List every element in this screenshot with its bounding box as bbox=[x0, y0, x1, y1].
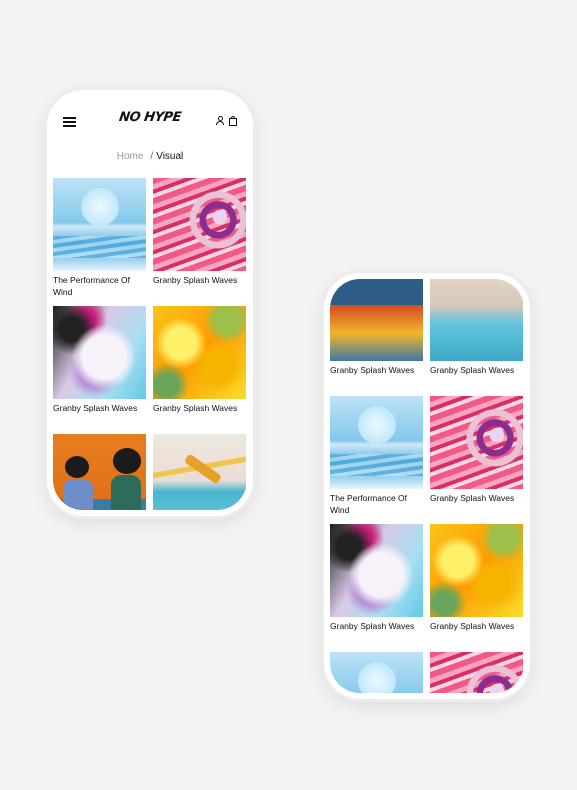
product-card[interactable]: The Performance Of Wind bbox=[330, 396, 423, 517]
product-card[interactable] bbox=[153, 434, 246, 510]
breadcrumb-home-link[interactable]: Home bbox=[117, 151, 144, 162]
product-image[interactable] bbox=[330, 396, 423, 489]
product-title[interactable]: The Performance Of Wind bbox=[330, 493, 423, 517]
product-card[interactable]: The Performance Of Wind bbox=[53, 178, 146, 299]
product-grid: The Performance Of Wind Granby Splash Wav… bbox=[53, 178, 247, 510]
product-card[interactable]: Granby Splash Waves bbox=[53, 306, 146, 427]
product-title[interactable]: Granby Splash Waves bbox=[53, 403, 146, 427]
product-card[interactable]: Granby Splash Waves bbox=[153, 306, 246, 427]
product-image[interactable] bbox=[430, 652, 523, 693]
product-image[interactable] bbox=[153, 434, 246, 510]
bag-icon[interactable] bbox=[229, 116, 237, 126]
product-card[interactable]: Granby Splash Waves bbox=[430, 279, 523, 389]
phone-mockup-left: NO HYPE Home / Visual The Performance Of W… bbox=[47, 90, 253, 516]
product-image[interactable] bbox=[430, 524, 523, 617]
product-title[interactable]: Granby Splash Waves bbox=[153, 403, 246, 427]
product-image[interactable] bbox=[53, 434, 146, 510]
product-image[interactable] bbox=[53, 306, 146, 399]
breadcrumb-current: Visual bbox=[156, 151, 184, 162]
product-title[interactable]: Granby Splash Waves bbox=[330, 621, 423, 645]
product-card[interactable]: Granby Splash Waves bbox=[330, 279, 423, 389]
product-title[interactable]: Granby Splash Waves bbox=[430, 493, 523, 517]
product-card[interactable]: Granby Splash Waves bbox=[330, 524, 423, 645]
product-title[interactable]: Granby Splash Waves bbox=[153, 275, 246, 299]
phone-screen: Granby Splash Waves Granby Splash Waves Th… bbox=[330, 279, 524, 693]
product-image[interactable] bbox=[330, 652, 423, 693]
product-card[interactable]: Granby Splash Waves bbox=[430, 396, 523, 517]
product-title[interactable]: The Performance Of Wind bbox=[53, 275, 146, 299]
product-grid: Granby Splash Waves Granby Splash Waves Th… bbox=[330, 279, 524, 693]
product-image[interactable] bbox=[53, 178, 146, 271]
product-image[interactable] bbox=[430, 279, 523, 361]
product-card[interactable] bbox=[330, 652, 423, 693]
product-card[interactable] bbox=[430, 652, 523, 693]
product-card[interactable]: Granby Splash Waves bbox=[153, 178, 246, 299]
product-card[interactable] bbox=[53, 434, 146, 510]
phone-mockup-right: Granby Splash Waves Granby Splash Waves Th… bbox=[324, 273, 530, 699]
breadcrumb: Home / Visual bbox=[53, 151, 247, 162]
product-title[interactable]: Granby Splash Waves bbox=[330, 365, 423, 389]
product-title[interactable]: Granby Splash Waves bbox=[430, 621, 523, 645]
user-icon[interactable] bbox=[216, 116, 224, 125]
product-image[interactable] bbox=[153, 306, 246, 399]
product-card[interactable]: Granby Splash Waves bbox=[430, 524, 523, 645]
product-title[interactable]: Granby Splash Waves bbox=[430, 365, 523, 389]
phone-screen: NO HYPE Home / Visual The Performance Of W… bbox=[53, 96, 247, 510]
breadcrumb-separator: / bbox=[150, 151, 154, 162]
product-image[interactable] bbox=[330, 279, 423, 361]
product-image[interactable] bbox=[430, 396, 523, 489]
product-image[interactable] bbox=[153, 178, 246, 271]
product-image[interactable] bbox=[330, 524, 423, 617]
app-header: NO HYPE bbox=[53, 96, 247, 148]
